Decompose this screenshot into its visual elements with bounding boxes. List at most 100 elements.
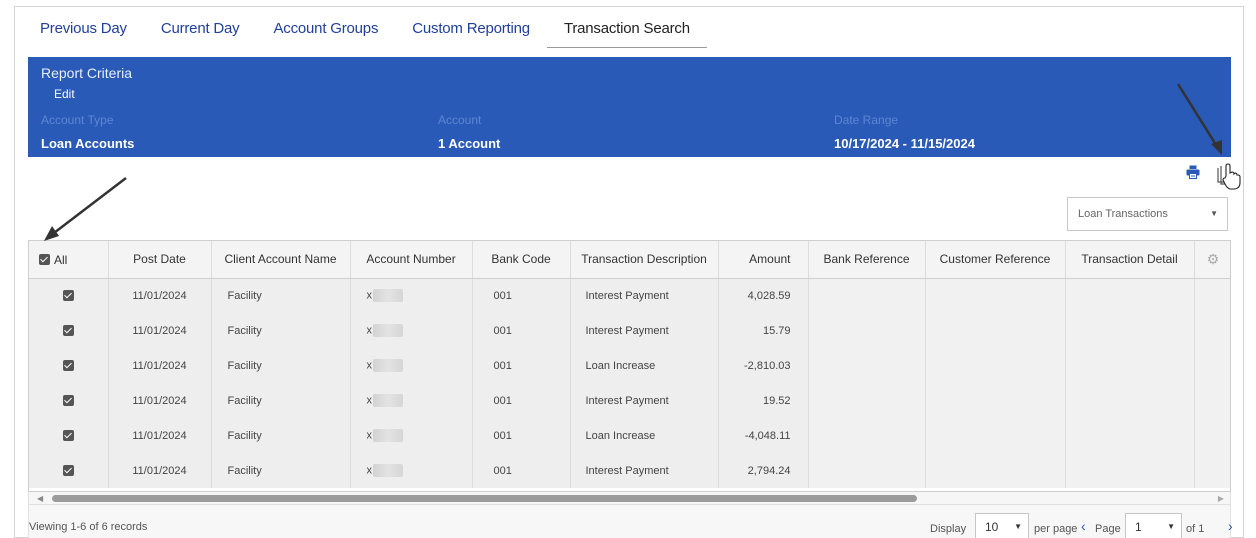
horizontal-scrollbar[interactable]: ◀ ▶ xyxy=(28,492,1231,505)
page-label: Page xyxy=(1095,523,1121,535)
post-date-cell: 11/01/2024 xyxy=(108,278,212,313)
tab-previous-day[interactable]: Previous Day xyxy=(15,7,144,51)
bank-code-cell: 001 xyxy=(472,278,571,313)
row-checkbox[interactable] xyxy=(62,465,74,477)
tab-transaction-search[interactable]: Transaction Search xyxy=(546,7,707,51)
row-checkbox[interactable] xyxy=(62,430,74,442)
amount-cell: 4,028.59 xyxy=(718,278,809,313)
scroll-right-icon[interactable]: ▶ xyxy=(1218,492,1224,505)
chevron-down-icon: ▼ xyxy=(1210,209,1218,218)
export-icon[interactable] xyxy=(1215,160,1241,190)
redacted-account-number xyxy=(373,394,403,407)
post-date-cell: 11/01/2024 xyxy=(108,383,212,418)
client-account-name-cell: Facility xyxy=(211,418,351,453)
col-client-account-name[interactable]: Client Account Name xyxy=(211,241,351,279)
page-value: 1 xyxy=(1135,520,1142,534)
col-account-number[interactable]: Account Number xyxy=(350,241,473,279)
client-account-name-cell: Facility xyxy=(211,348,351,383)
col-transaction-description[interactable]: Transaction Description xyxy=(570,241,719,279)
account-prefix: x xyxy=(366,324,373,337)
description-cell: Interest Payment xyxy=(570,278,719,313)
previous-page-icon[interactable]: ‹ xyxy=(1081,518,1086,534)
col-customer-reference[interactable]: Customer Reference xyxy=(925,241,1066,279)
transaction-grid: All Post Date Client Account Name Accoun… xyxy=(28,240,1231,492)
redacted-account-number xyxy=(373,324,403,337)
row-checkbox[interactable] xyxy=(62,360,74,372)
amount-cell: -4,048.11 xyxy=(718,418,809,453)
post-date-cell: 11/01/2024 xyxy=(108,453,212,488)
col-transaction-detail[interactable]: Transaction Detail xyxy=(1065,241,1195,279)
table-row[interactable]: 11/01/2024 Facility x 001 Loan Increase … xyxy=(29,418,1230,453)
view-select[interactable]: Loan Transactions ▼ xyxy=(1067,197,1228,231)
account-prefix: x xyxy=(366,289,373,302)
account-number-cell: x xyxy=(350,418,473,453)
per-page-label: per page xyxy=(1034,523,1078,535)
per-page-select[interactable]: 10 ▼ xyxy=(975,513,1029,538)
redacted-account-number xyxy=(373,429,403,442)
bank-code-cell: 001 xyxy=(472,348,571,383)
chevron-down-icon: ▼ xyxy=(1014,522,1022,531)
description-cell: Interest Payment xyxy=(570,383,719,418)
account-label: Account xyxy=(438,113,482,127)
row-checkbox[interactable] xyxy=(62,395,74,407)
account-number-cell: x xyxy=(350,453,473,488)
account-number-cell: x xyxy=(350,383,473,418)
account-type-value: Loan Accounts xyxy=(41,136,135,151)
bank-reference-cell xyxy=(808,453,926,488)
table-row[interactable]: 11/01/2024 Facility x 001 Interest Payme… xyxy=(29,383,1230,418)
col-bank-code[interactable]: Bank Code xyxy=(472,241,571,279)
col-post-date[interactable]: Post Date xyxy=(108,241,212,279)
tab-current-day[interactable]: Current Day xyxy=(144,7,257,51)
client-account-name-cell: Facility xyxy=(211,383,351,418)
select-all-header[interactable]: All xyxy=(29,241,109,279)
page-total-label: of 1 xyxy=(1186,523,1205,535)
account-prefix: x xyxy=(366,359,373,372)
bank-reference-cell xyxy=(808,418,926,453)
gear-icon: ⚙ xyxy=(1206,250,1220,267)
transaction-detail-cell xyxy=(1065,278,1195,313)
select-all-label: All xyxy=(54,252,68,267)
row-checkbox[interactable] xyxy=(62,290,74,302)
tab-custom-reporting[interactable]: Custom Reporting xyxy=(395,7,547,51)
row-checkbox[interactable] xyxy=(62,325,74,337)
per-page-value: 10 xyxy=(985,520,999,534)
record-count: Viewing 1-6 of 6 records xyxy=(29,521,148,533)
customer-reference-cell xyxy=(925,418,1066,453)
account-number-cell: x xyxy=(350,278,473,313)
amount-cell: 15.79 xyxy=(718,313,809,348)
next-page-icon[interactable]: › xyxy=(1228,518,1233,534)
table-row[interactable]: 11/01/2024 Facility x 001 Interest Payme… xyxy=(29,453,1230,488)
criteria-edit-link[interactable]: Edit xyxy=(54,87,75,101)
redacted-account-number xyxy=(373,464,403,477)
table-row[interactable]: 11/01/2024 Facility x 001 Interest Payme… xyxy=(29,278,1230,313)
account-type-label: Account Type xyxy=(41,113,114,127)
tab-account-groups[interactable]: Account Groups xyxy=(256,7,395,51)
bank-code-cell: 001 xyxy=(472,383,571,418)
printer-icon[interactable] xyxy=(1186,165,1200,179)
bank-reference-cell xyxy=(808,313,926,348)
column-settings-button[interactable]: ⚙ xyxy=(1194,241,1230,279)
table-row[interactable]: 11/01/2024 Facility x 001 Loan Increase … xyxy=(29,348,1230,383)
col-bank-reference[interactable]: Bank Reference xyxy=(808,241,926,279)
bank-code-cell: 001 xyxy=(472,453,571,488)
chevron-down-icon: ▼ xyxy=(1167,522,1175,531)
client-account-name-cell: Facility xyxy=(211,278,351,313)
account-prefix: x xyxy=(366,464,373,477)
scrollbar-thumb[interactable] xyxy=(52,495,917,502)
account-number-cell: x xyxy=(350,348,473,383)
select-all-checkbox[interactable] xyxy=(39,254,50,266)
tab-bar: Previous Day Current Day Account Groups … xyxy=(15,7,707,51)
customer-reference-cell xyxy=(925,453,1066,488)
client-account-name-cell: Facility xyxy=(211,313,351,348)
account-value: 1 Account xyxy=(438,136,501,151)
customer-reference-cell xyxy=(925,348,1066,383)
account-prefix: x xyxy=(366,429,373,442)
bank-reference-cell xyxy=(808,278,926,313)
transaction-search-panel: Previous Day Current Day Account Groups … xyxy=(14,6,1244,538)
scroll-left-icon[interactable]: ◀ xyxy=(37,492,43,505)
col-amount[interactable]: Amount xyxy=(718,241,809,279)
post-date-cell: 11/01/2024 xyxy=(108,348,212,383)
table-row[interactable]: 11/01/2024 Facility x 001 Interest Payme… xyxy=(29,313,1230,348)
customer-reference-cell xyxy=(925,383,1066,418)
page-select[interactable]: 1 ▼ xyxy=(1125,513,1182,538)
